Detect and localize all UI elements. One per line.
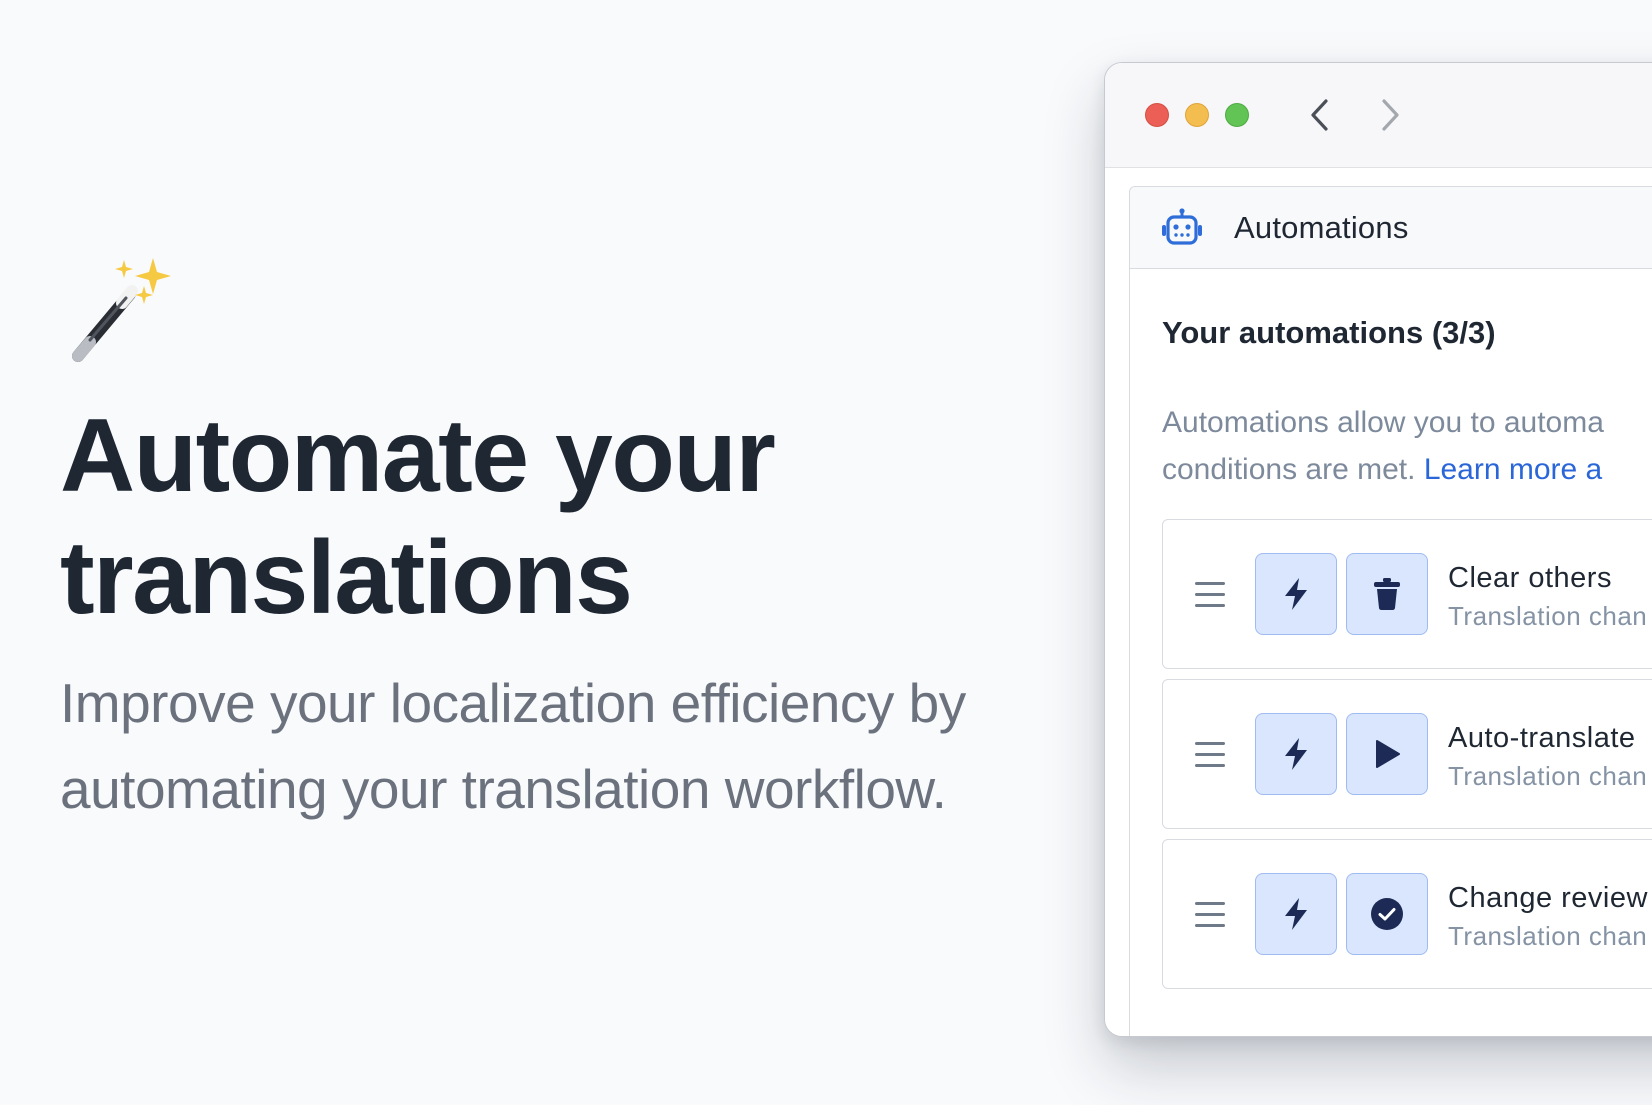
automations-description: Automations allow you to automa conditio…	[1162, 399, 1652, 493]
chevron-right-icon	[1382, 99, 1399, 131]
description-line-1: Automations allow you to automa	[1162, 406, 1604, 439]
drag-handle-icon[interactable]	[1195, 582, 1225, 608]
automation-name: Clear others	[1448, 562, 1612, 594]
trigger-button[interactable]	[1255, 873, 1337, 955]
automation-item-clear-others[interactable]: Clear others Translation chan	[1162, 519, 1652, 669]
automation-list: Clear others Translation chan Auto-trans…	[1162, 519, 1652, 999]
close-window-button[interactable]	[1145, 103, 1169, 127]
magic-wand-sparkles-icon	[68, 258, 178, 368]
automation-name: Auto-translate	[1448, 722, 1636, 754]
lightning-bolt-icon	[1285, 898, 1307, 930]
minimize-window-button[interactable]	[1185, 103, 1209, 127]
learn-more-link[interactable]: Learn more a	[1424, 453, 1602, 486]
check-circle-icon	[1371, 898, 1403, 930]
panel-header: Automations	[1130, 187, 1652, 269]
automation-subtitle: Translation chan	[1448, 761, 1648, 791]
description-line-2: conditions are met.	[1162, 453, 1416, 486]
automation-item-change-review[interactable]: Change review Translation chan	[1162, 839, 1652, 989]
automation-text: Change review Translation chan	[1448, 880, 1648, 956]
panel-title: Automations	[1234, 209, 1409, 245]
lightning-bolt-icon	[1285, 738, 1307, 770]
app-window: Automations Your automations (3/3) Autom…	[1104, 62, 1652, 1037]
window-titlebar	[1105, 63, 1652, 168]
trash-icon	[1374, 578, 1400, 610]
automation-subtitle: Translation chan	[1448, 921, 1648, 951]
lightning-bolt-icon	[1285, 578, 1307, 610]
hero-title-line-2: translations	[60, 520, 633, 636]
nav-forward-button[interactable]	[1373, 96, 1409, 134]
action-button[interactable]	[1346, 553, 1428, 635]
chevron-left-icon	[1311, 99, 1328, 131]
automation-text: Auto-translate Translation chan	[1448, 720, 1647, 796]
action-button[interactable]	[1346, 873, 1428, 955]
hero-title: Automate your translations	[60, 395, 960, 639]
window-content: Automations Your automations (3/3) Autom…	[1105, 168, 1652, 1036]
action-button[interactable]	[1346, 713, 1428, 795]
automation-name: Change review	[1448, 882, 1648, 914]
drag-handle-icon[interactable]	[1195, 742, 1225, 768]
robot-icon	[1160, 207, 1204, 248]
section-title: Your automations (3/3)	[1162, 315, 1496, 350]
maximize-window-button[interactable]	[1225, 103, 1249, 127]
play-icon	[1376, 740, 1400, 768]
automations-panel: Automations Your automations (3/3) Autom…	[1129, 186, 1652, 1036]
trigger-button[interactable]	[1255, 713, 1337, 795]
automation-item-auto-translate[interactable]: Auto-translate Translation chan	[1162, 679, 1652, 829]
automation-text: Clear others Translation chan	[1448, 560, 1647, 636]
trigger-button[interactable]	[1255, 553, 1337, 635]
drag-handle-icon[interactable]	[1195, 902, 1225, 928]
nav-back-button[interactable]	[1301, 96, 1337, 134]
hero-title-line-1: Automate your	[60, 398, 776, 514]
hero-subtitle: Improve your localization efficiency by …	[60, 672, 966, 820]
automation-subtitle: Translation chan	[1448, 601, 1648, 631]
